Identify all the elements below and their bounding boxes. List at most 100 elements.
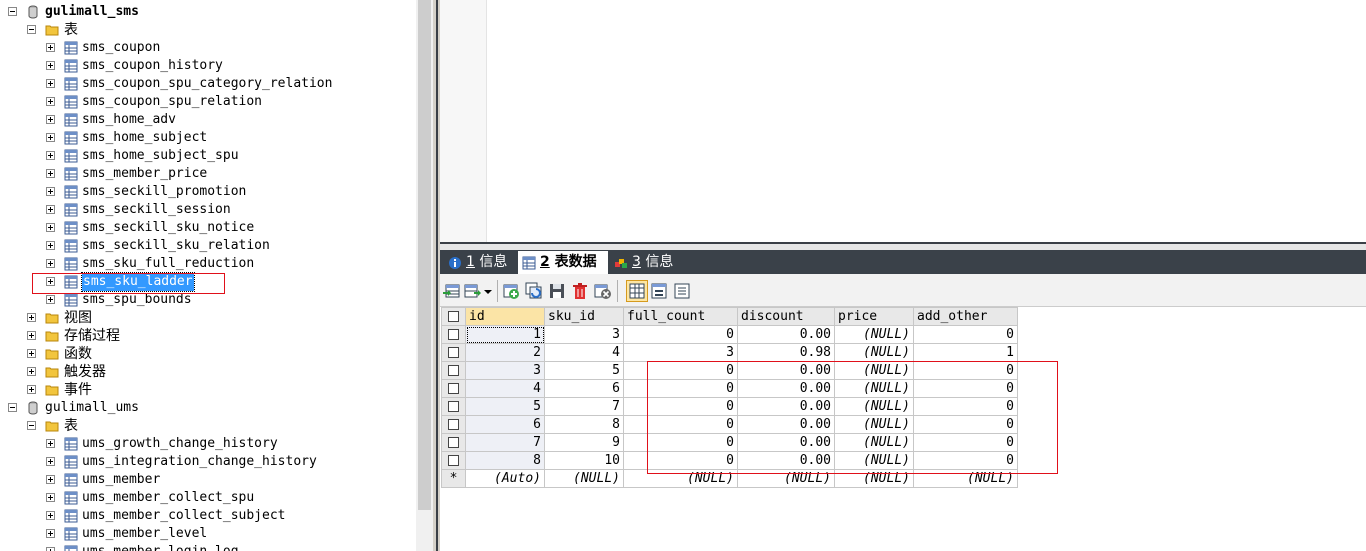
cell-sku-id[interactable]: 5: [544, 361, 624, 380]
tree-table-sms-seckill-sku-relation[interactable]: sms_seckill_sku_relation: [0, 237, 416, 255]
column-header-price[interactable]: price: [834, 307, 914, 326]
cell-sku-id[interactable]: 10: [544, 451, 624, 470]
table-row[interactable]: 4 6 0 0.00 (NULL) 0: [441, 379, 1018, 398]
expand-icon[interactable]: [46, 457, 55, 466]
cell-price[interactable]: (NULL): [834, 397, 914, 416]
cell-add-other[interactable]: 0: [913, 397, 1018, 416]
select-all-checkbox[interactable]: [441, 307, 466, 326]
row-checkbox[interactable]: [441, 379, 466, 398]
cell-id[interactable]: 8: [465, 451, 545, 470]
expand-icon[interactable]: [27, 385, 36, 394]
cell-add-other[interactable]: 0: [913, 415, 1018, 434]
tree-table-ums-growth-change-history[interactable]: ums_growth_change_history: [0, 435, 416, 453]
expand-icon[interactable]: [27, 331, 36, 340]
tree-table-ums-member-level[interactable]: ums_member_level: [0, 525, 416, 543]
expand-icon[interactable]: [46, 529, 55, 538]
tree-folder-4[interactable]: 事件: [0, 381, 416, 399]
table-row[interactable]: 3 5 0 0.00 (NULL) 0: [441, 361, 1018, 380]
expand-icon[interactable]: [46, 241, 55, 250]
new-cell-price[interactable]: (NULL): [834, 469, 914, 488]
cell-discount[interactable]: 0.00: [737, 415, 835, 434]
expand-icon[interactable]: [46, 277, 55, 286]
new-cell-discount[interactable]: (NULL): [737, 469, 835, 488]
cell-add-other[interactable]: 0: [913, 451, 1018, 470]
new-cell-id[interactable]: (Auto): [465, 469, 545, 488]
cell-full-count[interactable]: 0: [623, 451, 738, 470]
tree-table-sms-coupon-spu-relation[interactable]: sms_coupon_spu_relation: [0, 93, 416, 111]
cell-add-other[interactable]: 0: [913, 379, 1018, 398]
cell-discount[interactable]: 0.98: [737, 343, 835, 362]
expand-icon[interactable]: [46, 205, 55, 214]
tree-table-sms-sku-full-reduction[interactable]: sms_sku_full_reduction: [0, 255, 416, 273]
tab-info[interactable]: 1 信息: [444, 251, 514, 274]
checkbox[interactable]: [448, 383, 459, 394]
table-row[interactable]: 7 9 0 0.00 (NULL) 0: [441, 433, 1018, 452]
tree-table-sms-seckill-promotion[interactable]: sms_seckill_promotion: [0, 183, 416, 201]
expand-icon[interactable]: [46, 97, 55, 106]
table-row[interactable]: 6 8 0 0.00 (NULL) 0: [441, 415, 1018, 434]
cell-sku-id[interactable]: 9: [544, 433, 624, 452]
expand-icon[interactable]: [46, 439, 55, 448]
duplicate-row-icon[interactable]: [525, 282, 543, 300]
insert-row-icon[interactable]: [502, 282, 520, 300]
tree-table-sms-home-subject-spu[interactable]: sms_home_subject_spu: [0, 147, 416, 165]
delete-icon[interactable]: [571, 282, 589, 300]
tree-table-sms-coupon[interactable]: sms_coupon: [0, 39, 416, 57]
expand-icon[interactable]: [46, 169, 55, 178]
cell-full-count[interactable]: 0: [623, 379, 738, 398]
collapse-icon[interactable]: [27, 421, 36, 430]
table-row[interactable]: 8 10 0 0.00 (NULL) 0: [441, 451, 1018, 470]
collapse-icon[interactable]: [27, 25, 36, 34]
cell-add-other[interactable]: 0: [913, 325, 1018, 344]
cell-id[interactable]: 4: [465, 379, 545, 398]
expand-icon[interactable]: [46, 43, 55, 52]
checkbox[interactable]: [448, 455, 459, 466]
tab-info-3[interactable]: 3 信息: [610, 251, 680, 274]
tree-table-ums-member-collect-spu[interactable]: ums_member_collect_spu: [0, 489, 416, 507]
column-header-sku-id[interactable]: sku_id: [544, 307, 624, 326]
expand-icon[interactable]: [46, 61, 55, 70]
query-editor[interactable]: [440, 0, 1366, 242]
column-header-discount[interactable]: discount: [737, 307, 835, 326]
checkbox[interactable]: [448, 401, 459, 412]
expand-icon[interactable]: [27, 367, 36, 376]
cell-price[interactable]: (NULL): [834, 361, 914, 380]
checkbox[interactable]: [448, 419, 459, 430]
cell-price[interactable]: (NULL): [834, 433, 914, 452]
tree-scrollbar[interactable]: [416, 0, 433, 551]
tree-table-sms-coupon-history[interactable]: sms_coupon_history: [0, 57, 416, 75]
cell-full-count[interactable]: 3: [623, 343, 738, 362]
grid-view-icon[interactable]: [626, 280, 648, 302]
cell-price[interactable]: (NULL): [834, 325, 914, 344]
cell-sku-id[interactable]: 4: [544, 343, 624, 362]
tree-table-ums-integration-change-history[interactable]: ums_integration_change_history: [0, 453, 416, 471]
checkbox[interactable]: [448, 347, 459, 358]
cell-discount[interactable]: 0.00: [737, 451, 835, 470]
tree-table-sms-spu-bounds[interactable]: sms_spu_bounds: [0, 291, 416, 309]
checkbox[interactable]: [448, 329, 459, 340]
cell-id[interactable]: 5: [465, 397, 545, 416]
expand-icon[interactable]: [46, 115, 55, 124]
cancel-changes-icon[interactable]: [594, 282, 612, 300]
chevron-down-icon[interactable]: [483, 282, 493, 300]
expand-icon[interactable]: [46, 547, 55, 551]
collapse-icon[interactable]: [8, 403, 17, 412]
column-header-id[interactable]: id: [465, 307, 545, 326]
tab-table-data[interactable]: 2 表数据: [518, 251, 608, 274]
expand-icon[interactable]: [46, 475, 55, 484]
row-checkbox[interactable]: [441, 415, 466, 434]
cell-full-count[interactable]: 0: [623, 415, 738, 434]
expand-icon[interactable]: [27, 349, 36, 358]
tree-table-ums-member-login-log[interactable]: ums_member_login_log: [0, 543, 416, 551]
tree-table-sms-coupon-spu-category-relation[interactable]: sms_coupon_spu_category_relation: [0, 75, 416, 93]
cell-discount[interactable]: 0.00: [737, 325, 835, 344]
expand-icon[interactable]: [46, 133, 55, 142]
expand-icon[interactable]: [46, 187, 55, 196]
row-checkbox[interactable]: [441, 361, 466, 380]
table-row[interactable]: 2 4 3 0.98 (NULL) 1: [441, 343, 1018, 362]
tree-table-sms-seckill-session[interactable]: sms_seckill_session: [0, 201, 416, 219]
expand-icon[interactable]: [46, 79, 55, 88]
cell-discount[interactable]: 0.00: [737, 433, 835, 452]
cell-sku-id[interactable]: 7: [544, 397, 624, 416]
cell-sku-id[interactable]: 6: [544, 379, 624, 398]
